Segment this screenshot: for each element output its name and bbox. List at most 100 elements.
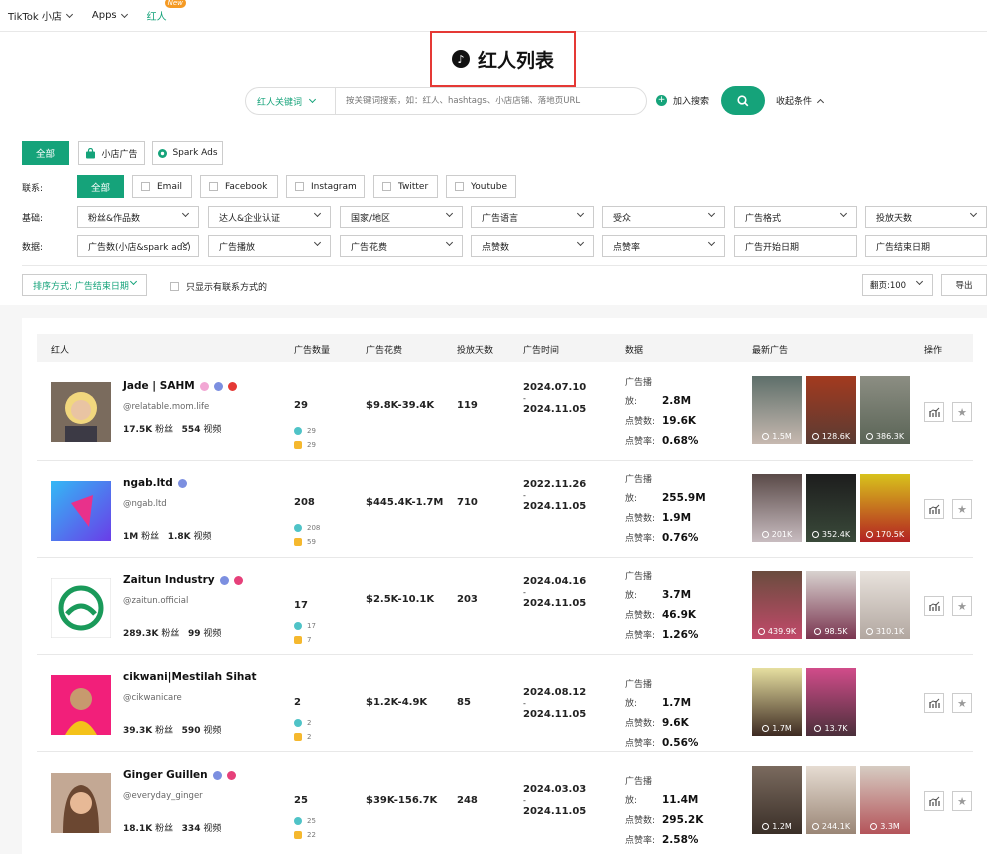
influencer-name[interactable]: Jade | SAHM bbox=[123, 380, 237, 392]
collapse-filters-button[interactable]: 收起条件 bbox=[776, 94, 825, 107]
contact-email-checkbox[interactable]: Email bbox=[132, 175, 192, 198]
ad-count-dropdown[interactable]: 广告数(小店&spark ads) bbox=[77, 235, 199, 257]
avatar[interactable] bbox=[51, 578, 111, 638]
contact-facebook-checkbox[interactable]: Facebook bbox=[200, 175, 278, 198]
table-row[interactable]: Zaitun Industry @zaitun.official 289.3K … bbox=[37, 558, 973, 655]
nav-influencers[interactable]: 红人 New bbox=[147, 0, 186, 23]
ad-thumbnail[interactable]: 244.1K bbox=[806, 766, 856, 834]
contact-only-checkbox[interactable]: 只显示有联系方式的 bbox=[170, 280, 267, 293]
play-icon bbox=[811, 433, 819, 440]
shop-ads-label: 小店广告 bbox=[101, 149, 138, 160]
chevron-down-icon bbox=[445, 238, 454, 247]
name-text: Ginger Guillen bbox=[123, 769, 208, 781]
avatar[interactable] bbox=[51, 773, 111, 833]
trend-chart-button[interactable] bbox=[924, 596, 944, 616]
ad-format-dropdown[interactable]: 广告格式 bbox=[734, 206, 857, 228]
contact-youtube-checkbox[interactable]: Youtube bbox=[446, 175, 516, 198]
favorite-button[interactable]: ★ bbox=[952, 499, 972, 519]
ad-thumbnail[interactable]: 1.5M bbox=[752, 376, 802, 444]
end-date: 2024.11.05 bbox=[523, 404, 587, 415]
ad-spend-dropdown[interactable]: 广告花费 bbox=[340, 235, 463, 257]
influencer-name[interactable]: ngab.ltd bbox=[123, 477, 187, 489]
spark-count: 17 bbox=[307, 622, 316, 630]
dropdown-label: 广告语言 bbox=[482, 213, 519, 224]
ad-plays-dropdown[interactable]: 广告播放 bbox=[208, 235, 331, 257]
influencer-name[interactable]: Ginger Guillen bbox=[123, 769, 236, 781]
shop-icon bbox=[294, 441, 302, 449]
shop-ad-count: 59 bbox=[294, 538, 316, 546]
shop-icon bbox=[294, 831, 302, 839]
trend-chart-button[interactable] bbox=[924, 791, 944, 811]
likes-row: 点赞数: 19.6K bbox=[625, 412, 698, 432]
thumb-views: 439.9K bbox=[767, 627, 797, 636]
search-button[interactable] bbox=[721, 86, 765, 115]
chevron-down-icon bbox=[308, 95, 317, 104]
trend-chart-button[interactable] bbox=[924, 499, 944, 519]
fans-unit: 粉丝 bbox=[155, 824, 174, 834]
ad-thumbnail[interactable]: 201K bbox=[752, 474, 802, 542]
table-row[interactable]: Jade | SAHM @relatable.mom.life 17.5K 粉丝… bbox=[37, 364, 973, 461]
filter-all-button[interactable]: 全部 bbox=[22, 141, 69, 165]
ad-stats: 广告播放: 1.7M 点赞数: 9.6K 点赞率: 0.56% bbox=[625, 676, 698, 754]
avatar[interactable] bbox=[51, 481, 111, 541]
ad-thumbnail[interactable]: 310.1K bbox=[860, 571, 910, 639]
like-rate-dropdown[interactable]: 点赞率 bbox=[602, 235, 725, 257]
ad-thumbnail[interactable]: 3.3M bbox=[860, 766, 910, 834]
avatar[interactable] bbox=[51, 675, 111, 735]
thumb-views: 1.5M bbox=[772, 432, 792, 441]
rate-row: 点赞率: 2.58% bbox=[625, 831, 703, 851]
favorite-button[interactable]: ★ bbox=[952, 596, 972, 616]
ad-thumbnail[interactable]: 1.2M bbox=[752, 766, 802, 834]
ad-thumbnail[interactable]: 386.3K bbox=[860, 376, 910, 444]
contact-instagram-checkbox[interactable]: Instagram bbox=[286, 175, 365, 198]
header-data: 数据 bbox=[625, 346, 644, 356]
chart-icon bbox=[928, 698, 940, 708]
dropdown-label: 广告花费 bbox=[351, 242, 388, 253]
ad-thumbnail[interactable]: 13.7K bbox=[806, 668, 856, 736]
verification-dropdown[interactable]: 达人&企业认证 bbox=[208, 206, 331, 228]
contact-all-button[interactable]: 全部 bbox=[77, 175, 124, 198]
table-row[interactable]: ngab.ltd @ngab.ltd 1M 粉丝 1.8K 视频 208 208… bbox=[37, 461, 973, 558]
fans-works-dropdown[interactable]: 粉丝&作品数 bbox=[77, 206, 199, 228]
dropdown-label: 达人&企业认证 bbox=[219, 213, 281, 224]
ad-thumbnail[interactable]: 98.5K bbox=[806, 571, 856, 639]
influencer-name[interactable]: Zaitun Industry bbox=[123, 574, 243, 586]
ad-thumbnail[interactable]: 439.9K bbox=[752, 571, 802, 639]
influencer-name[interactable]: cikwani|Mestilah Sihat bbox=[123, 671, 257, 683]
ad-thumbnail[interactable]: 128.6K bbox=[806, 376, 856, 444]
email-icon bbox=[177, 478, 187, 488]
ad-thumbnail[interactable]: 352.4K bbox=[806, 474, 856, 542]
add-search-button[interactable]: + 加入搜索 bbox=[656, 94, 709, 107]
plays-row: 广告播放: 1.7M bbox=[625, 676, 698, 714]
trend-chart-button[interactable] bbox=[924, 693, 944, 713]
thumb-views: 13.7K bbox=[824, 724, 848, 733]
shop-ads-button[interactable]: 小店广告 bbox=[78, 141, 145, 165]
ad-thumbnail[interactable]: 170.5K bbox=[860, 474, 910, 542]
country-dropdown[interactable]: 国家/地区 bbox=[340, 206, 463, 228]
contact-option-label: Youtube bbox=[471, 181, 507, 192]
ad-language-dropdown[interactable]: 广告语言 bbox=[471, 206, 594, 228]
name-text: Jade | SAHM bbox=[123, 380, 195, 392]
ad-end-date-input[interactable]: 广告结束日期 bbox=[865, 235, 987, 257]
likes-dropdown[interactable]: 点赞数 bbox=[471, 235, 594, 257]
favorite-button[interactable]: ★ bbox=[952, 791, 972, 811]
nav-apps[interactable]: Apps bbox=[92, 10, 128, 21]
avatar[interactable] bbox=[51, 382, 111, 442]
table-row[interactable]: cikwani|Mestilah Sihat @cikwanicare 39.3… bbox=[37, 655, 973, 752]
favorite-button[interactable]: ★ bbox=[952, 402, 972, 422]
ad-thumbnail[interactable]: 1.7M bbox=[752, 668, 802, 736]
table-row[interactable]: Ginger Guillen @everyday_ginger 18.1K 粉丝… bbox=[37, 753, 973, 854]
ad-days-dropdown[interactable]: 投放天数 bbox=[865, 206, 987, 228]
search-type-select[interactable]: 红人关键词 bbox=[246, 88, 336, 114]
page-size-dropdown[interactable]: 翻页:100 bbox=[862, 274, 933, 296]
export-button[interactable]: 导出 bbox=[941, 274, 987, 296]
contact-twitter-checkbox[interactable]: Twitter bbox=[373, 175, 438, 198]
ad-start-date-input[interactable]: 广告开始日期 bbox=[734, 235, 857, 257]
nav-tiktok-shop[interactable]: TikTok 小店 bbox=[8, 8, 73, 23]
audience-dropdown[interactable]: 受众 bbox=[602, 206, 725, 228]
spark-ads-button[interactable]: Spark Ads bbox=[152, 141, 223, 165]
sort-dropdown[interactable]: 排序方式: 广告结束日期 bbox=[22, 274, 147, 296]
favorite-button[interactable]: ★ bbox=[952, 693, 972, 713]
trend-chart-button[interactable] bbox=[924, 402, 944, 422]
search-input[interactable] bbox=[336, 96, 646, 106]
